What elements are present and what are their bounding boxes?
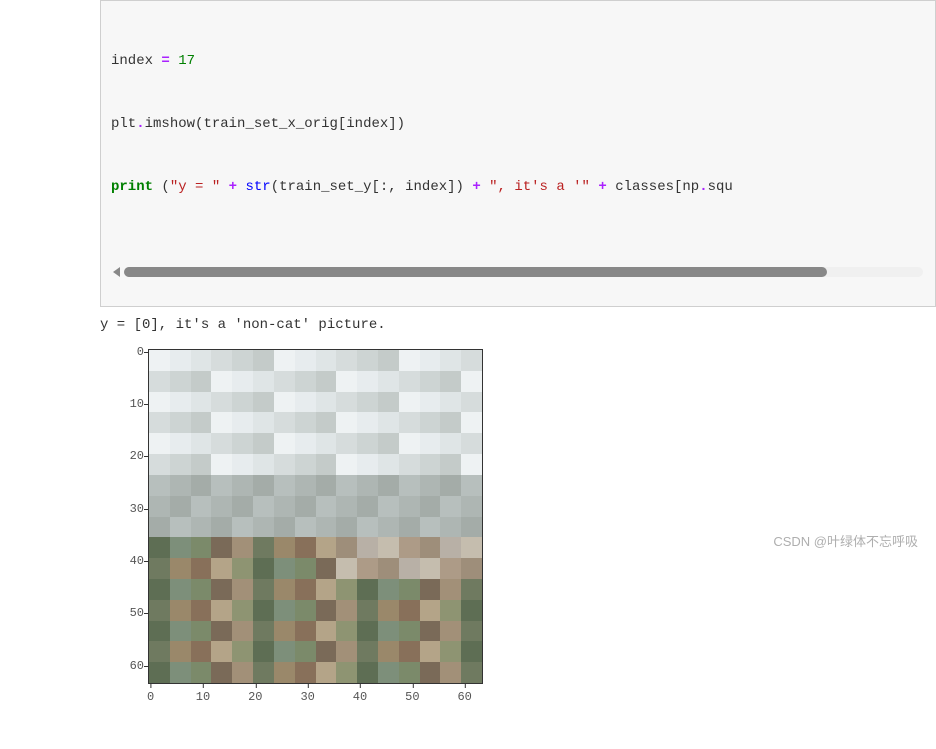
matplotlib-figure: 0 10 20 30 40 50 60 0 10 20 30 40 50 60	[100, 339, 520, 749]
x-tick-label: 50	[405, 690, 419, 704]
code-token: 17	[170, 53, 195, 69]
code-token: (train_set_x_orig[index])	[195, 116, 405, 132]
x-tick-label: 10	[196, 690, 210, 704]
scroll-left-icon[interactable]	[113, 267, 120, 277]
y-tick-label: 60	[100, 659, 144, 673]
x-tick-label: 20	[248, 690, 262, 704]
scroll-thumb[interactable]	[124, 267, 827, 277]
code-token: +	[220, 179, 245, 195]
x-tick-label: 30	[300, 690, 314, 704]
y-tick-label: 50	[100, 606, 144, 620]
y-axis-ticks: 0102030405060	[100, 349, 144, 684]
code-line-2: plt.imshow(train_set_x_orig[index])	[111, 114, 925, 135]
x-tick-label: 0	[147, 690, 154, 704]
y-tick-label: 30	[100, 502, 144, 516]
code-token: classes[np	[615, 179, 699, 195]
output-area: y = [0], it's a 'non-cat' picture. 0 10 20…	[100, 307, 936, 749]
x-axis-ticks: 0 10 20 30 40 50 60	[148, 684, 483, 714]
code-token: ", it's a '"	[489, 179, 590, 195]
x-tick-label: 40	[353, 690, 367, 704]
image-content	[149, 350, 482, 683]
code-token: "y = "	[170, 179, 220, 195]
x-tick-label: 60	[457, 690, 471, 704]
y-tick-label: 20	[100, 449, 144, 463]
code-token: .	[136, 116, 144, 132]
code-token: =	[161, 53, 169, 69]
code-token: imshow	[145, 116, 195, 132]
stdout-text: y = [0], it's a 'non-cat' picture.	[100, 317, 936, 333]
watermark-text: CSDN @叶绿体不忘呼吸	[773, 531, 918, 550]
code-line-3: print ("y = " + str(train_set_y[:, index…	[111, 177, 925, 198]
code-token: +	[590, 179, 615, 195]
y-tick-label: 0	[100, 345, 144, 359]
code-token: +	[464, 179, 489, 195]
y-tick-label: 10	[100, 397, 144, 411]
code-token: (train_set_y[:, index])	[271, 179, 464, 195]
scroll-track[interactable]	[124, 267, 923, 277]
code-token: (	[161, 179, 169, 195]
code-cell: index = 17 plt.imshow(train_set_x_orig[i…	[100, 0, 936, 307]
y-tick-label: 40	[100, 554, 144, 568]
code-token: squ	[708, 179, 733, 195]
code-token: print	[111, 179, 153, 195]
code-token: plt	[111, 116, 136, 132]
imshow-plot	[148, 349, 483, 684]
horizontal-scrollbar[interactable]	[111, 267, 925, 277]
code-token: index	[111, 53, 161, 69]
code-token: .	[699, 179, 707, 195]
code-token: str	[245, 179, 270, 195]
code-line-1: index = 17	[111, 51, 925, 72]
